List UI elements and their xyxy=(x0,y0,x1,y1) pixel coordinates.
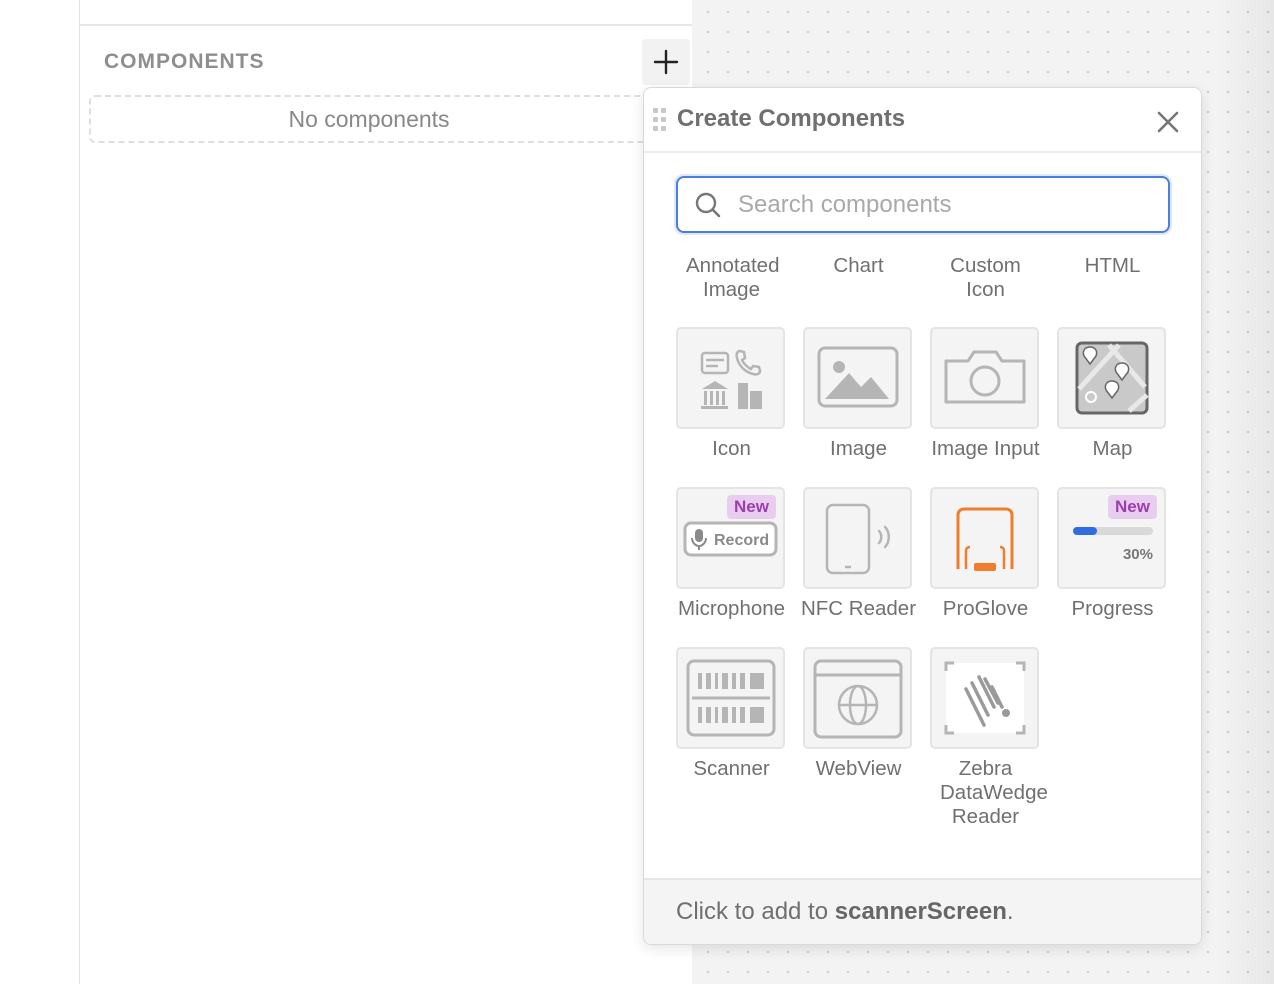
section-title: COMPONENTS xyxy=(104,50,265,73)
component-tile xyxy=(676,327,785,429)
camera-icon xyxy=(944,350,1026,404)
component-tile xyxy=(676,647,785,749)
component-label: Image Input xyxy=(931,437,1040,460)
zebra-icon xyxy=(944,661,1026,735)
component-label: Map xyxy=(1092,437,1133,460)
component-label: Icon xyxy=(712,437,751,460)
dialog-title: Create Components xyxy=(677,105,906,132)
dialog-footer: Click to add to scannerScreen. xyxy=(644,878,1201,944)
component-tile xyxy=(930,647,1039,749)
close-icon xyxy=(1157,111,1179,133)
footer-prefix: Click to add to xyxy=(676,898,835,925)
close-button[interactable] xyxy=(1154,108,1182,136)
component-label: Annotated Image xyxy=(686,254,780,301)
component-label: ProGlove xyxy=(942,597,1029,620)
search-input[interactable] xyxy=(738,178,1158,231)
progress-preview-text: 30% xyxy=(1123,546,1153,563)
component-tile xyxy=(803,327,912,429)
image-icon xyxy=(817,346,899,408)
component-label: WebView xyxy=(815,757,902,780)
component-tile: New Record xyxy=(676,487,785,589)
barcode-scanner-icon xyxy=(686,659,776,737)
microphone-icon: Record xyxy=(683,521,778,557)
component-label: Progress xyxy=(1071,597,1154,620)
record-preview-text: Record xyxy=(714,532,769,549)
component-label: Image xyxy=(830,437,887,460)
icon-collection-icon xyxy=(700,349,762,409)
drag-handle-icon[interactable] xyxy=(653,108,667,132)
panel-top-divider xyxy=(80,0,692,26)
component-tile xyxy=(930,487,1039,589)
component-label: Microphone xyxy=(677,597,786,620)
search-icon xyxy=(695,192,721,218)
component-tile xyxy=(803,647,912,749)
create-components-dialog: Create Components Annotated Image Chart … xyxy=(643,87,1202,945)
left-gutter xyxy=(0,0,80,984)
plus-icon xyxy=(653,49,679,75)
component-tile xyxy=(930,327,1039,429)
empty-components-text: No components xyxy=(288,105,450,132)
component-label: Scanner xyxy=(693,757,770,780)
dialog-header: Create Components xyxy=(644,88,1201,153)
component-label: NFC Reader xyxy=(800,597,917,620)
components-panel: COMPONENTS No components xyxy=(80,0,692,984)
component-label: Chart xyxy=(833,254,884,277)
component-tile: New 30% xyxy=(1057,487,1166,589)
nfc-icon xyxy=(825,503,890,575)
empty-components-placeholder: No components xyxy=(89,95,649,143)
footer-hint: Click to add to scannerScreen. xyxy=(676,898,1014,926)
map-icon xyxy=(1075,341,1149,415)
component-label: HTML xyxy=(1084,254,1141,277)
webview-icon xyxy=(813,659,903,739)
component-tile xyxy=(1057,327,1166,429)
search-box xyxy=(676,176,1170,233)
proglove-icon xyxy=(956,507,1014,571)
footer-suffix: . xyxy=(1006,898,1014,925)
component-tile xyxy=(803,487,912,589)
component-label: Custom Icon xyxy=(950,254,1021,301)
footer-target-screen: scannerScreen xyxy=(834,898,1007,925)
component-label: Zebra DataWedge Reader xyxy=(940,757,1048,828)
progress-icon: 30% xyxy=(1073,527,1153,563)
add-component-button[interactable] xyxy=(642,39,690,85)
